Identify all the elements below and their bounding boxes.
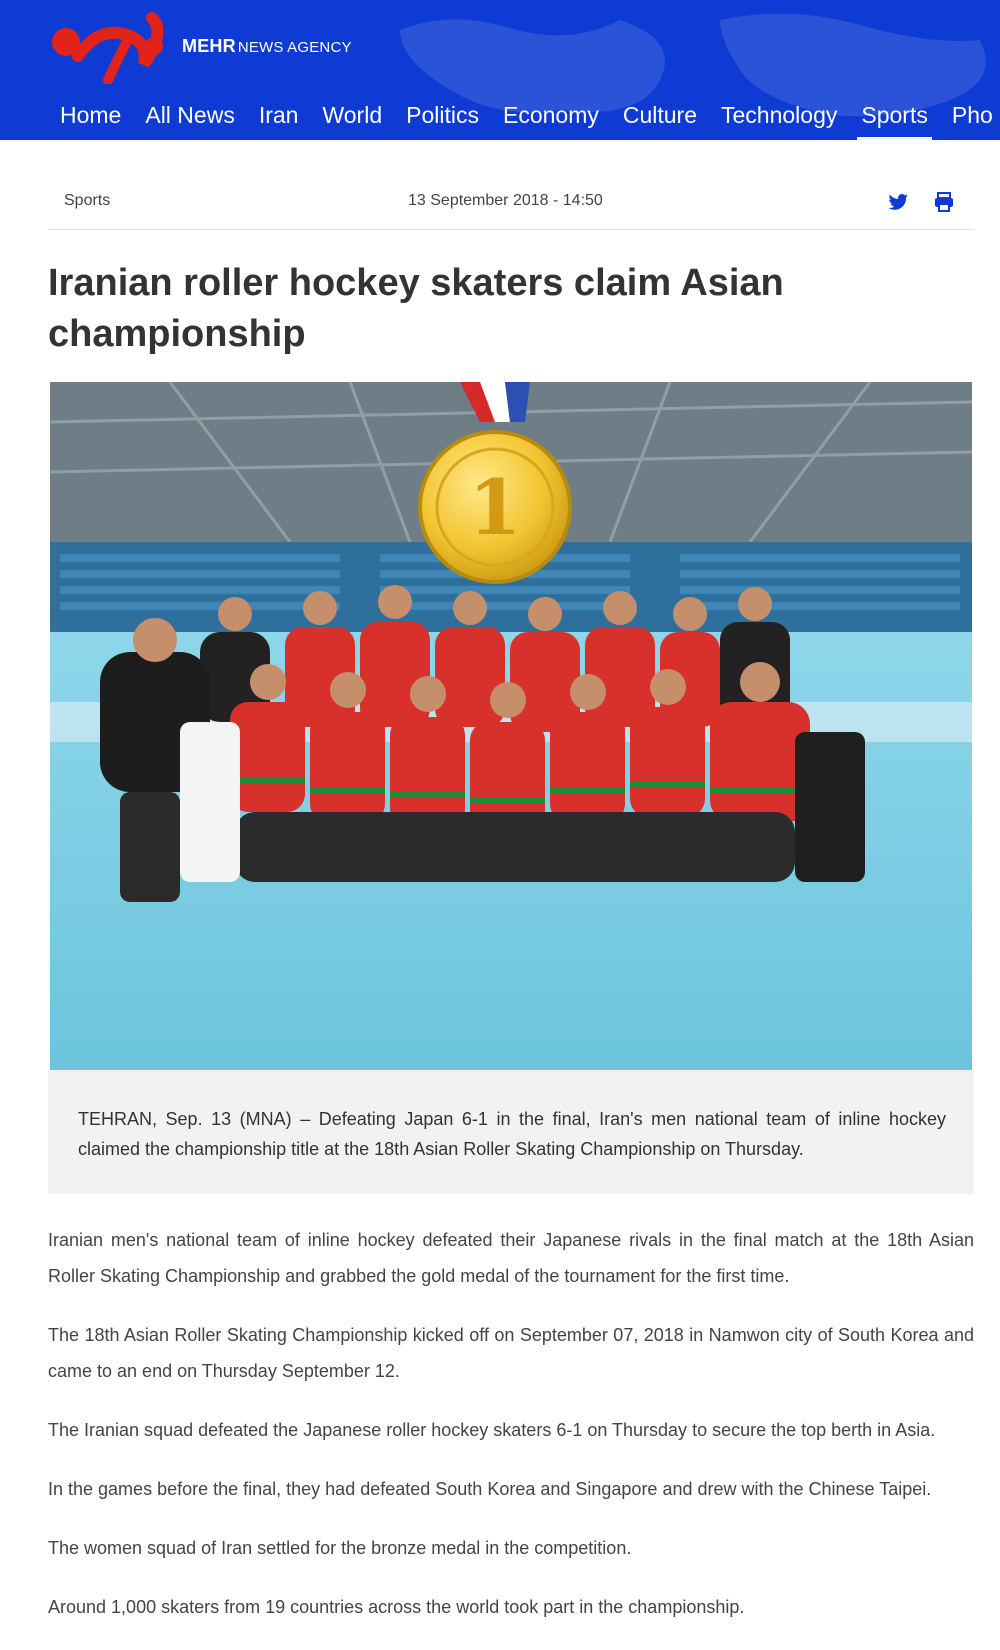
brand-suffix: NEWS AGENCY (237, 39, 352, 56)
mehr-logo[interactable] (48, 6, 176, 84)
article-lead: TEHRAN, Sep. 13 (MNA) – Defeating Japan … (78, 1109, 946, 1159)
article-body: Iranian men's national team of inline ho… (48, 1222, 974, 1648)
article-category[interactable]: Sports (64, 192, 110, 210)
brand-name[interactable]: MEHR NEWS AGENCY (182, 36, 352, 57)
nav-item-all-news[interactable]: All News (133, 96, 246, 140)
nav-item-world[interactable]: World (310, 96, 394, 140)
article-lead-box: TEHRAN, Sep. 13 (MNA) – Defeating Japan … (48, 1070, 974, 1194)
article-paragraph: The 18th Asian Roller Skating Championsh… (48, 1325, 974, 1381)
article-title: Iranian roller hockey skaters claim Asia… (48, 262, 784, 355)
article-paragraph: The women squad of Iran settled for the … (48, 1538, 632, 1558)
site-header: MEHR NEWS AGENCY Home All News Iran World… (0, 0, 1000, 140)
nav-item-iran[interactable]: Iran (247, 96, 311, 140)
print-icon[interactable] (932, 190, 956, 214)
article-date: 13 September 2018 - 14:50 (408, 192, 603, 209)
brand-primary: MEHR (182, 36, 236, 56)
nav-item-economy[interactable]: Economy (491, 96, 611, 140)
main-nav: Home All News Iran World Politics Econom… (48, 96, 1000, 140)
article-paragraph: Iranian men's national team of inline ho… (48, 1230, 974, 1286)
article-paragraph: The Iranian squad defeated the Japanese … (48, 1420, 936, 1440)
article-paragraph: In the games before the final, they had … (48, 1479, 932, 1499)
nav-item-politics[interactable]: Politics (394, 96, 491, 140)
team-photo: 1 (50, 382, 972, 1070)
nav-item-sports[interactable]: Sports (849, 96, 939, 140)
article-paragraph: Around 1,000 skaters from 19 countries a… (48, 1597, 745, 1617)
article-image[interactable]: 1 (50, 382, 972, 1070)
svg-text:1: 1 (469, 463, 522, 552)
nav-item-culture[interactable]: Culture (611, 96, 709, 140)
nav-item-photo[interactable]: Pho (940, 96, 1000, 140)
twitter-icon[interactable] (886, 190, 910, 214)
article-meta-bar: Sports 13 September 2018 - 14:50 (48, 178, 974, 230)
nav-item-technology[interactable]: Technology (709, 96, 849, 140)
nav-item-home[interactable]: Home (48, 96, 133, 140)
